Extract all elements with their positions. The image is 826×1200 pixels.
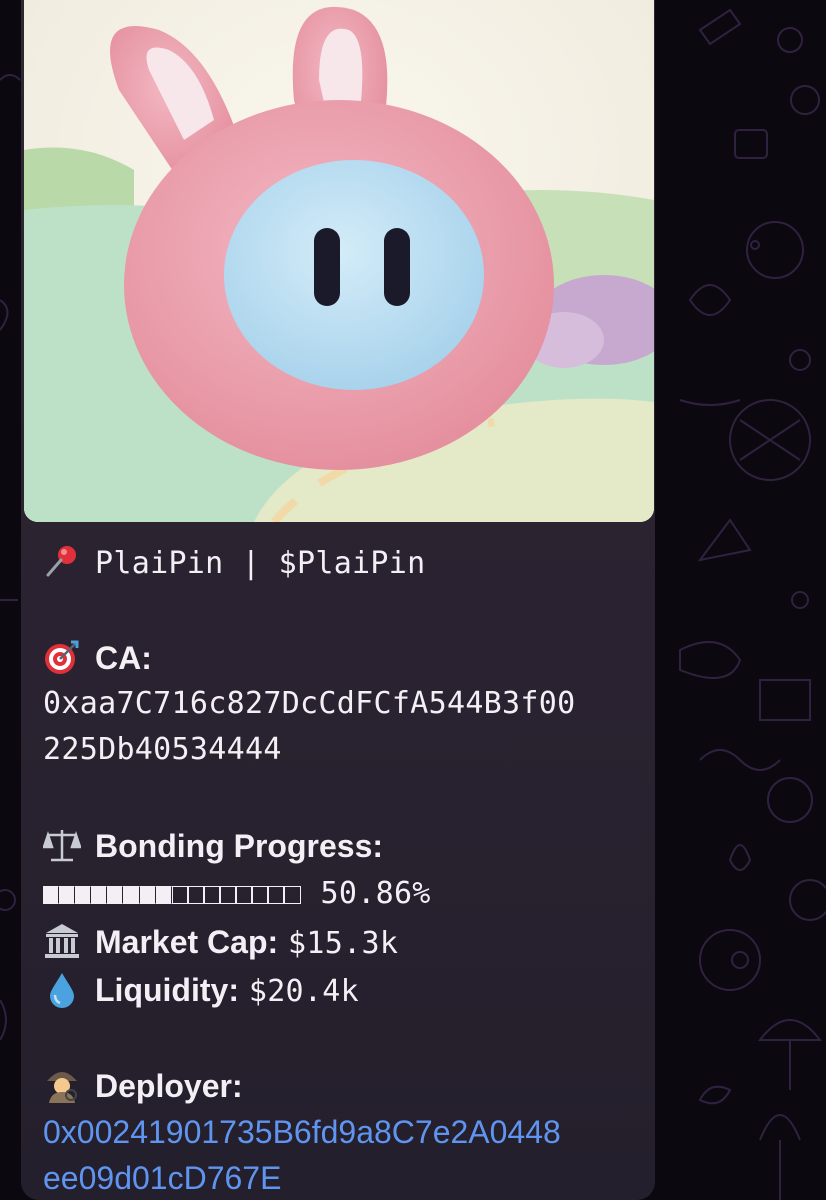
token-title: PlaiPin | $PlaiPin [95,546,426,581]
deployer-label: Deployer: [95,1068,243,1104]
balance-scale-icon [43,826,81,864]
progress-block-filled [155,886,172,904]
ca-address-line1[interactable]: 0xaa7C716c827DcCdFCfA544B3f00 [43,684,575,724]
progress-block-filled [123,886,140,904]
pushpin-icon [43,542,81,580]
deployer-address-link-line2[interactable]: ee09d01cD767E [43,1158,281,1198]
bonding-label-line: Bonding Progress: [43,826,383,867]
ca-address-line2[interactable]: 225Db40534444 [43,730,282,770]
progress-block-empty [220,886,237,904]
progress-block-empty [268,886,285,904]
ca-label-line: CA: [43,638,152,679]
liquidity-line: Liquidity: $20.4k [43,970,359,1012]
progress-block-filled [75,886,92,904]
market-cap-line: Market Cap: $15.3k [43,922,398,964]
bonding-progress-line: 50.86% [43,874,431,915]
plush-toy-image [24,0,654,522]
progress-block-filled [91,886,108,904]
progress-block-empty [252,886,269,904]
liquidity-value: $20.4k [248,974,359,1009]
classical-building-icon [43,922,81,960]
droplet-icon [43,970,81,1008]
progress-block-empty [187,886,204,904]
detective-icon [43,1066,81,1104]
message-bubble[interactable]: PlaiPin | $PlaiPin CA: 0xaa7C716c827DcCd… [21,0,655,1200]
market-cap-label: Market Cap: [95,924,279,960]
bonding-progress-bar [43,875,301,915]
progress-block-filled [107,886,124,904]
bonding-percent: 50.86% [320,876,431,911]
progress-block-empty [284,886,301,904]
deployer-address-link-line1[interactable]: 0x00241901735B6fd9a8C7e2A0448 [43,1112,561,1152]
liquidity-label: Liquidity: [95,972,239,1008]
progress-block-empty [236,886,253,904]
ca-label: CA: [95,640,152,676]
token-title-line: PlaiPin | $PlaiPin [43,542,426,584]
progress-block-filled [139,886,156,904]
progress-block-empty [171,886,188,904]
market-cap-value: $15.3k [288,926,399,961]
message-image[interactable] [24,0,654,522]
progress-block-filled [59,886,76,904]
bonding-label: Bonding Progress: [95,828,384,864]
direct-hit-icon [43,638,81,676]
progress-block-empty [203,886,221,904]
progress-block-filled [43,886,60,904]
deployer-label-line: Deployer: [43,1066,243,1107]
